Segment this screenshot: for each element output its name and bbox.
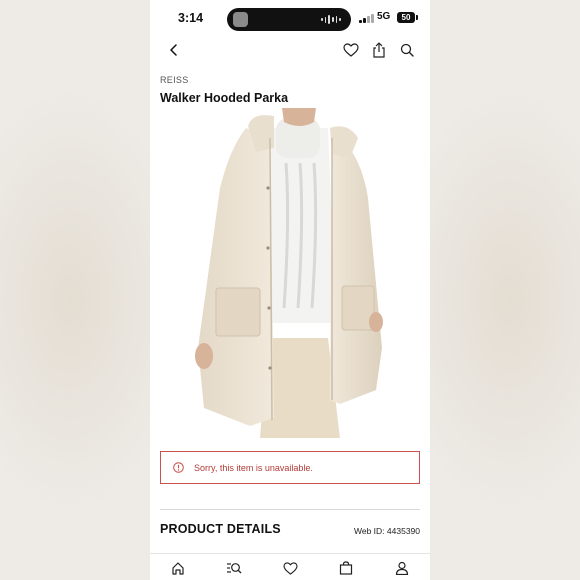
now-playing-artwork-icon: [233, 12, 248, 27]
battery-icon: 50: [397, 12, 415, 23]
search-icon: [400, 43, 414, 57]
search-button[interactable]: [397, 40, 417, 60]
audio-waveform-icon: [321, 15, 342, 24]
status-time: 3:14: [178, 11, 204, 25]
status-bar: 3:14 5G 50: [150, 0, 430, 38]
battery-level: 50: [401, 13, 411, 22]
unavailable-alert: Sorry, this item is unavailable.: [160, 451, 420, 484]
heart-icon: [343, 43, 359, 57]
chevron-left-icon: [170, 44, 177, 56]
back-button[interactable]: [164, 40, 184, 60]
divider: [160, 509, 420, 510]
product-brand: REISS: [160, 75, 189, 85]
wishlist-button[interactable]: [341, 40, 361, 60]
share-button[interactable]: [369, 40, 389, 60]
phone-screen: 3:14 5G 50 REISS Walker Hooded Parka Sor…: [150, 0, 430, 580]
network-type: 5G: [377, 11, 391, 22]
account-icon: [395, 561, 409, 575]
bag-icon: [339, 561, 353, 575]
cellular-signal-icon: [359, 14, 374, 23]
dynamic-island[interactable]: [227, 8, 351, 31]
warning-circle-icon: [173, 462, 184, 473]
heart-icon: [282, 561, 298, 575]
share-icon: [373, 42, 385, 58]
search-list-icon: [227, 563, 242, 574]
product-details-heading[interactable]: PRODUCT DETAILS: [160, 522, 281, 536]
home-icon: [172, 562, 184, 575]
product-photo-parka[interactable]: [190, 108, 390, 438]
tab-browse[interactable]: [225, 559, 243, 577]
tab-account[interactable]: [393, 559, 411, 577]
product-title: Walker Hooded Parka: [160, 91, 289, 105]
tab-wishlist[interactable]: [281, 559, 299, 577]
tab-home[interactable]: [169, 559, 187, 577]
alert-message: Sorry, this item is unavailable.: [194, 462, 313, 473]
battery-tip: [416, 15, 418, 20]
tab-bag[interactable]: [337, 559, 355, 577]
web-id: Web ID: 4435390: [354, 526, 420, 536]
bottom-tab-bar: [150, 553, 430, 580]
